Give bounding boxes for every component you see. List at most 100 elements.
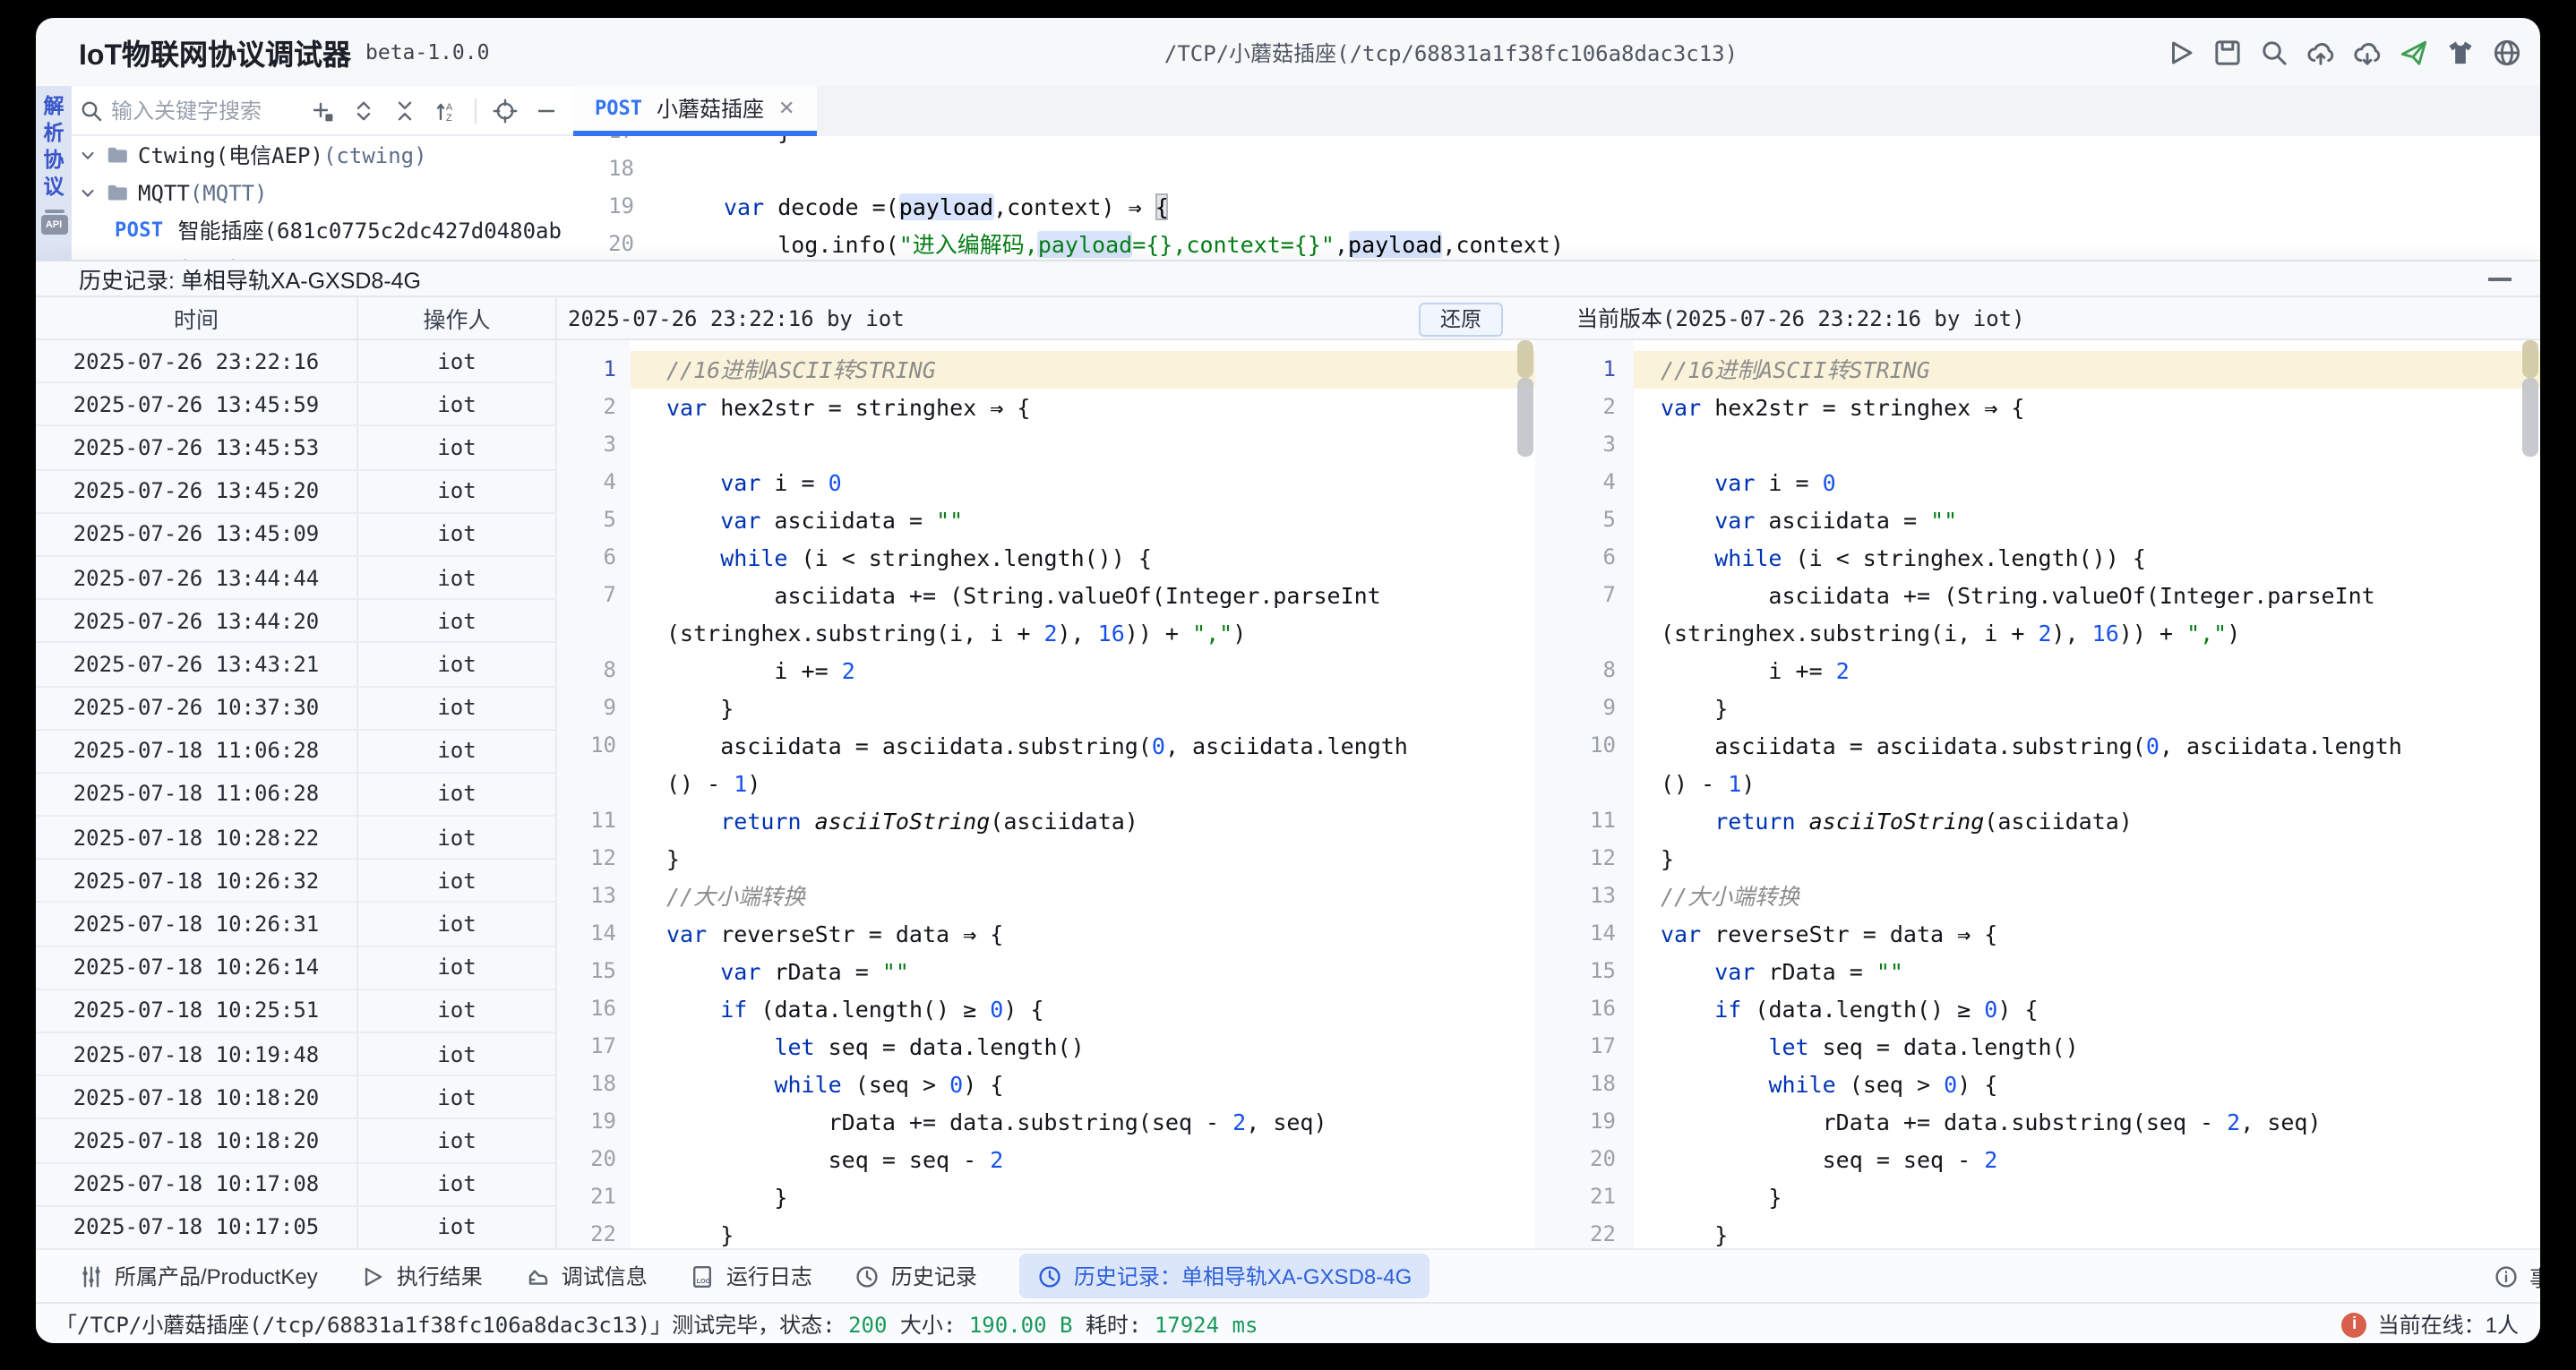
tool-active-history[interactable]: 历史记录：单相导轨XA-GXSD8-4G xyxy=(1020,1254,1430,1298)
chevron-down-icon[interactable] xyxy=(77,182,99,203)
line-number: 20 xyxy=(573,226,645,260)
history-row[interactable]: 2025-07-18 10:26:32 iot xyxy=(36,861,557,903)
send-icon[interactable] xyxy=(2399,37,2429,67)
history-table: 2025-07-26 23:22:16 iot 2025-07-26 13:45… xyxy=(36,340,557,1248)
tool-item[interactable]: 所属产品/ProductKey xyxy=(79,1261,318,1291)
cloud-upload-icon[interactable] xyxy=(2306,37,2336,67)
history-row[interactable]: 2025-07-18 10:25:51 iot xyxy=(36,990,557,1033)
line-number: 20 xyxy=(557,1141,631,1178)
history-row[interactable]: 2025-07-26 13:43:21 iot xyxy=(36,644,557,687)
history-operator: iot xyxy=(358,644,557,685)
tool-item[interactable]: 历史记录 xyxy=(855,1261,977,1291)
history-row[interactable]: 2025-07-26 13:44:44 iot xyxy=(36,557,557,600)
line-number: 22 xyxy=(1535,1216,1634,1248)
code-editor[interactable]: 17 } 18 19 var decode =(payload,context)… xyxy=(573,136,2540,260)
history-row[interactable]: 2025-07-26 13:45:59 iot xyxy=(36,383,557,426)
sort-az-icon[interactable]: AZ xyxy=(434,98,459,123)
diff-right-pane[interactable]: 1 //16进制ASCII转STRING 2 var hex2str = str… xyxy=(1535,340,2540,1248)
code-line: 18 while (seq > 0) { xyxy=(557,1066,1535,1103)
line-number: 13 xyxy=(557,878,631,915)
line-number xyxy=(1535,614,1634,652)
tool-item[interactable]: 执行结果 xyxy=(361,1261,483,1291)
save-icon[interactable] xyxy=(2212,37,2243,67)
code-line: 1 //16进制ASCII转STRING xyxy=(1535,351,2540,389)
tool-item[interactable]: LOG运行日志 xyxy=(691,1261,812,1291)
add-icon[interactable] xyxy=(310,98,335,123)
history-row[interactable]: 2025-07-26 10:37:30 iot xyxy=(36,687,557,730)
code-line: 12 } xyxy=(1535,840,2540,878)
scrollbar[interactable] xyxy=(2517,340,2540,1248)
history-row[interactable]: 2025-07-18 10:26:31 iot xyxy=(36,903,557,946)
code-line: (stringhex.substring(i, i + 2), 16)) + "… xyxy=(557,614,1535,652)
rail-label: 解析协议 xyxy=(44,95,64,202)
play-icon[interactable] xyxy=(2166,37,2196,67)
api-icon[interactable]: API xyxy=(40,215,67,235)
app-title: IoT物联网协议调试器 beta-1.0.0 xyxy=(79,18,490,86)
info-icon[interactable] xyxy=(2494,1264,2519,1289)
locate-icon[interactable] xyxy=(493,98,518,123)
line-number: 19 xyxy=(573,188,645,226)
history-row[interactable]: 2025-07-18 10:28:22 iot xyxy=(36,817,557,860)
scrollbar[interactable] xyxy=(1512,340,1535,1248)
history-row[interactable]: 2025-07-18 10:26:14 iot xyxy=(36,946,557,989)
history-row[interactable]: 2025-07-18 10:18:20 iot xyxy=(36,1120,557,1163)
history-row[interactable]: 2025-07-18 10:18:20 iot xyxy=(36,1076,557,1119)
history-operator: iot xyxy=(358,946,557,988)
history-row[interactable]: 2025-07-18 11:06:28 iot xyxy=(36,730,557,773)
history-time: 2025-07-18 10:26:14 xyxy=(36,946,358,988)
tool-item[interactable]: 调试信息 xyxy=(526,1261,648,1291)
tree-item-folder[interactable]: Ctwing(电信AEP)(ctwing) xyxy=(72,136,573,174)
line-number: 15 xyxy=(557,953,631,990)
history-row[interactable]: 2025-07-26 13:45:09 iot xyxy=(36,514,557,557)
history-row[interactable]: 2025-07-26 13:45:53 iot xyxy=(36,427,557,470)
history-time: 2025-07-18 10:19:48 xyxy=(36,1033,358,1075)
toolbar-right[interactable]: 事 xyxy=(2494,1250,2540,1304)
history-row[interactable]: 2025-07-18 11:06:28 iot xyxy=(36,774,557,817)
history-time: 2025-07-18 10:18:20 xyxy=(36,1120,358,1161)
history-operator: iot xyxy=(358,1207,557,1248)
history-time: 2025-07-18 10:25:51 xyxy=(36,990,358,1032)
search-input[interactable]: 输入关键字搜索 xyxy=(111,95,310,125)
history-panel: 历史记录: 单相导轨XA-GXSD8-4G 时间 操作人 2025-07-26 … xyxy=(36,260,2540,1248)
close-icon[interactable]: ✕ xyxy=(778,97,794,120)
diff-right-header: 当前版本(2025-07-26 23:22:16 by iot) xyxy=(1535,297,2540,338)
code-line: 8 i += 2 xyxy=(1535,652,2540,689)
history-row[interactable]: 2025-07-18 10:17:08 iot xyxy=(36,1163,557,1206)
chevron-down-icon[interactable] xyxy=(77,144,99,166)
history-operator: iot xyxy=(358,1033,557,1075)
cloud-download-icon[interactable] xyxy=(2352,37,2383,67)
line-number: 3 xyxy=(1535,426,1634,464)
search-icon[interactable] xyxy=(2259,37,2289,67)
theme-shirt-icon[interactable] xyxy=(2445,37,2476,67)
restore-button[interactable]: 还原 xyxy=(1419,302,1503,336)
line-number: 15 xyxy=(1535,953,1634,990)
minimize-icon[interactable] xyxy=(2488,278,2512,281)
sidebar-rail[interactable]: 解析协议 API xyxy=(36,86,72,260)
line-number xyxy=(557,765,631,802)
code-line: 22 } xyxy=(1535,1216,2540,1248)
code-line: 19 rData += data.substring(seq - 2, seq) xyxy=(1535,1103,2540,1141)
diff-right-code: 1 //16进制ASCII转STRING 2 var hex2str = str… xyxy=(1535,351,2540,1248)
globe-icon[interactable] xyxy=(2492,37,2522,67)
info-badge-icon: i xyxy=(2342,1312,2367,1337)
diff-left-pane[interactable]: 1 //16进制ASCII转STRING 2 var hex2str = str… xyxy=(557,340,1535,1248)
tree-item-folder[interactable]: TCP(tcp) xyxy=(72,249,573,260)
history-row[interactable]: 2025-07-18 10:17:05 iot xyxy=(36,1207,557,1249)
history-row[interactable]: 2025-07-18 10:19:48 iot xyxy=(36,1033,557,1076)
code-line: 7 asciidata += (String.valueOf(Integer.p… xyxy=(557,577,1535,614)
line-number: 1 xyxy=(1535,351,1634,389)
tab-xiaomogu-socket[interactable]: POST 小蘑菇插座 ✕ xyxy=(573,86,816,136)
code-line: 22 } xyxy=(557,1216,1535,1248)
debug-icon xyxy=(526,1263,551,1289)
unfold-icon[interactable] xyxy=(351,98,376,123)
line-number: 18 xyxy=(1535,1066,1634,1103)
code-line: 20 seq = seq - 2 xyxy=(1535,1141,2540,1178)
tree-item-request[interactable]: POST 智能插座(681c0775c2dc427d0480ab xyxy=(72,211,573,249)
minus-icon[interactable] xyxy=(534,98,559,123)
fold-icon[interactable] xyxy=(392,98,417,123)
history-row[interactable]: 2025-07-26 13:44:20 iot xyxy=(36,600,557,643)
history-row[interactable]: 2025-07-26 23:22:16 iot xyxy=(36,340,557,383)
tree-item-folder[interactable]: MQTT(MQTT) xyxy=(72,174,573,211)
app-window: IoT物联网协议调试器 beta-1.0.0 /TCP/小蘑菇插座(/tcp/6… xyxy=(36,18,2540,1343)
history-row[interactable]: 2025-07-26 13:45:20 iot xyxy=(36,470,557,513)
